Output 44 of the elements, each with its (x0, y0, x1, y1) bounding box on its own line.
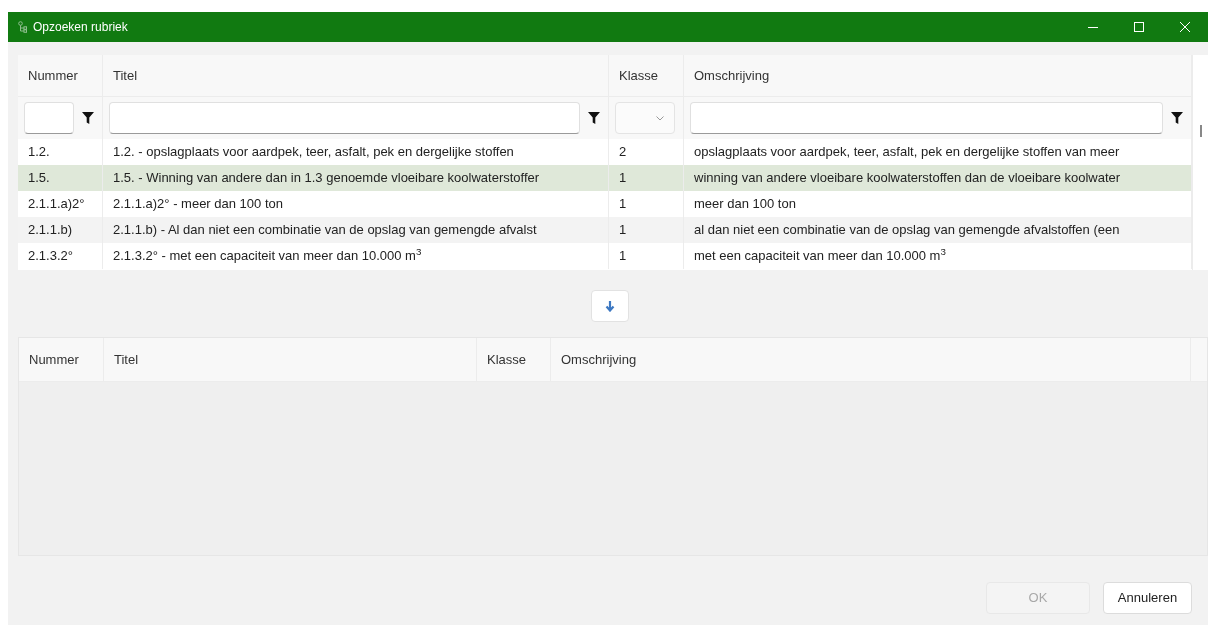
column-header[interactable]: Nummer (28, 65, 78, 86)
table-cell-text: 1.5. (28, 169, 50, 188)
table-cell-text: 2.1.1.b) - Al dan niet een combinatie van de opslag van gemengde afvalst (113, 221, 537, 240)
table-cell: met een capaciteit van meer dan 10.000 m$^{3}$ (694, 246, 946, 266)
filter-field[interactable] (24, 102, 74, 134)
table-cell-text: winning van andere vloeibare koolwaterstoffen dan de vloeibare koolwater (694, 169, 1121, 188)
arrow-down-icon (605, 300, 615, 312)
table-cell-text: 1 (619, 195, 627, 214)
filter-icon[interactable] (82, 112, 94, 124)
filter-field[interactable] (109, 102, 580, 134)
column-header[interactable]: Klasse (487, 349, 527, 370)
maximize-icon (1134, 22, 1144, 32)
table-cell-text: al dan niet een combinatie van de opslag van gemengde afvalstoffen (een (694, 221, 1120, 240)
table-cell-text: 1.2. - opslagplaats voor aardpek, teer, asfalt, pek en dergelijke stoffen (113, 143, 514, 162)
filter-icon[interactable] (588, 112, 600, 124)
table-cell-text: 2.1.1.a)2° (28, 195, 85, 214)
column-header[interactable]: Nummer (29, 349, 79, 370)
table-cell-text: 2 (619, 143, 627, 162)
chevron-down-icon (656, 115, 664, 121)
table-cell-text: 1.5. - Winning van andere dan in 1.3 genoemde vloeibare koolwaterstoffer (113, 169, 540, 188)
table-cell-text: meer dan 100 ton (694, 195, 796, 214)
table-cell-text: 1 (619, 221, 627, 240)
window-title: Opzoeken rubriek (33, 19, 128, 36)
column-header[interactable]: Klasse (619, 65, 659, 86)
table-cell-text: opslagplaats voor aardpek, teer, asfalt, pek en dergelijke stoffen van meer (694, 143, 1120, 162)
table-cell: 2.1.3.2° - met een capaciteit van meer dan 10.000 m$^{3}$ (113, 246, 422, 266)
column-header[interactable]: Omschrijving (694, 65, 770, 86)
table-row[interactable]: 2.1.1.b) 2.1.1.b) - Al dan niet een combinatie van de opslag van gemengde afvalst 1 al dan niet een combinatie van de opslag van gemengde afvalstoffen (een (18, 217, 1192, 243)
column-header[interactable]: Titel (114, 349, 139, 370)
move-down-button[interactable] (591, 290, 629, 322)
table-cell-text: 1 (619, 247, 627, 266)
column-header[interactable]: Omschrijving (561, 349, 637, 370)
table-cell-text: 1.2. (28, 143, 50, 162)
tree-icon (18, 21, 27, 33)
table-cell-text: 2.1.3.2° (28, 247, 73, 266)
filter-field[interactable] (690, 102, 1163, 134)
filter-icon[interactable] (1171, 112, 1183, 124)
dialog-button[interactable]: Annuleren (1103, 582, 1192, 614)
table-cell-text: 1 (619, 169, 627, 188)
table-row[interactable]: 1.5. 1.5. - Winning van andere dan in 1.3 genoemde vloeibare koolwaterstoffer 1 winning van andere vloeibare koolwaterstoffen dan de vloeibare koolwater (18, 165, 1192, 191)
table-cell-text: 2.1.1.b) (28, 221, 73, 240)
table-cell-text: 2.1.1.a)2° - meer dan 100 ton (113, 195, 283, 214)
close-icon (1180, 22, 1190, 32)
column-header[interactable]: Titel (113, 65, 138, 86)
